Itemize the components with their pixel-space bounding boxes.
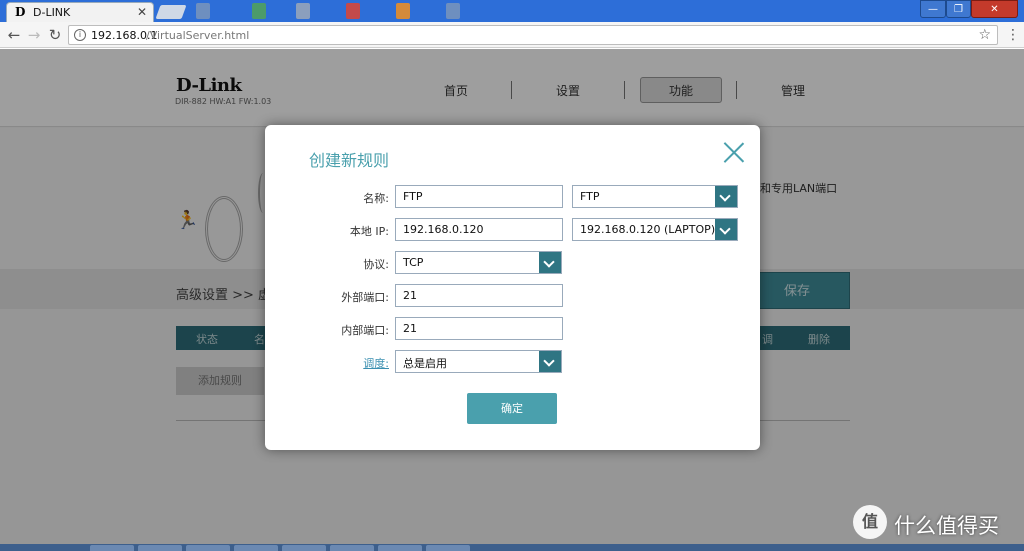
taskbar-item[interactable] <box>90 545 134 551</box>
app-icon <box>252 3 266 19</box>
taskbar-item[interactable] <box>186 545 230 551</box>
chevron-down-icon <box>715 186 737 207</box>
service-preset-select[interactable]: FTP <box>572 185 738 208</box>
window-titlebar: D D-LINK ✕ — ❐ ✕ <box>0 0 1024 22</box>
protocol-value: TCP <box>403 256 424 269</box>
address-bar[interactable]: i 192.168.0.1 /VirtualServer.html ☆ <box>68 25 998 45</box>
forward-arrow-icon[interactable]: → <box>24 25 44 45</box>
maximize-button[interactable]: ❐ <box>946 0 971 18</box>
schedule-value: 总是启用 <box>403 357 447 370</box>
minimize-button[interactable]: — <box>920 0 946 18</box>
external-port-input[interactable]: 21 <box>395 284 563 307</box>
app-icon <box>296 3 310 19</box>
os-taskbar <box>0 544 1024 551</box>
chevron-down-icon <box>539 252 561 273</box>
external-port-label: 外部端口: <box>341 291 389 304</box>
local-ip-input[interactable]: 192.168.0.120 <box>395 218 563 241</box>
tab-close-icon[interactable]: ✕ <box>137 5 147 19</box>
app-icon <box>446 3 460 19</box>
url-path: /VirtualServer.html <box>146 29 250 42</box>
app-icon <box>396 3 410 19</box>
taskbar-item[interactable] <box>330 545 374 551</box>
schedule-select[interactable]: 总是启用 <box>395 350 562 373</box>
confirm-button[interactable]: 确定 <box>467 393 557 424</box>
info-icon[interactable]: i <box>74 29 86 41</box>
protocol-select[interactable]: TCP <box>395 251 562 274</box>
new-tab-button[interactable] <box>155 5 187 19</box>
taskbar-item[interactable] <box>282 545 326 551</box>
app-icon <box>196 3 210 19</box>
service-preset-value: FTP <box>580 190 600 203</box>
bookmark-star-icon[interactable]: ☆ <box>978 27 991 43</box>
app-icon <box>346 3 360 19</box>
internal-port-label: 内部端口: <box>341 324 389 337</box>
name-label: 名称: <box>363 192 389 205</box>
create-rule-dialog: 创建新规则 名称: FTP FTP 本地 IP: 192.168.0.120 1… <box>265 125 760 450</box>
chevron-down-icon <box>539 351 561 372</box>
taskbar-item[interactable] <box>378 545 422 551</box>
dlink-favicon-icon: D <box>15 5 26 19</box>
dialog-title: 创建新规则 <box>309 151 390 170</box>
device-select[interactable]: 192.168.0.120 (LAPTOP) <box>572 218 738 241</box>
close-icon[interactable] <box>723 141 745 163</box>
taskbar-item[interactable] <box>234 545 278 551</box>
schedule-link[interactable]: 调度: <box>293 355 389 371</box>
back-arrow-icon[interactable]: ← <box>4 25 24 45</box>
device-value: 192.168.0.120 (LAPTOP) <box>580 223 716 236</box>
browser-tab[interactable]: D D-LINK ✕ <box>6 2 154 22</box>
chevron-down-icon <box>715 219 737 240</box>
local-ip-label: 本地 IP: <box>349 225 389 238</box>
tab-title: D-LINK <box>33 6 71 19</box>
watermark-logo: 值 <box>853 505 887 539</box>
taskbar-item[interactable] <box>426 545 470 551</box>
reload-icon[interactable]: ↻ <box>45 25 65 45</box>
close-window-button[interactable]: ✕ <box>971 0 1018 18</box>
menu-icon[interactable]: ⋮ <box>1006 25 1020 45</box>
taskbar-item[interactable] <box>138 545 182 551</box>
name-input[interactable]: FTP <box>395 185 563 208</box>
protocol-label: 协议: <box>363 258 389 271</box>
internal-port-input[interactable]: 21 <box>395 317 563 340</box>
browser-toolbar: ← → ↻ i 192.168.0.1 /VirtualServer.html … <box>0 22 1024 48</box>
watermark-text: 什么值得买 <box>894 514 999 538</box>
